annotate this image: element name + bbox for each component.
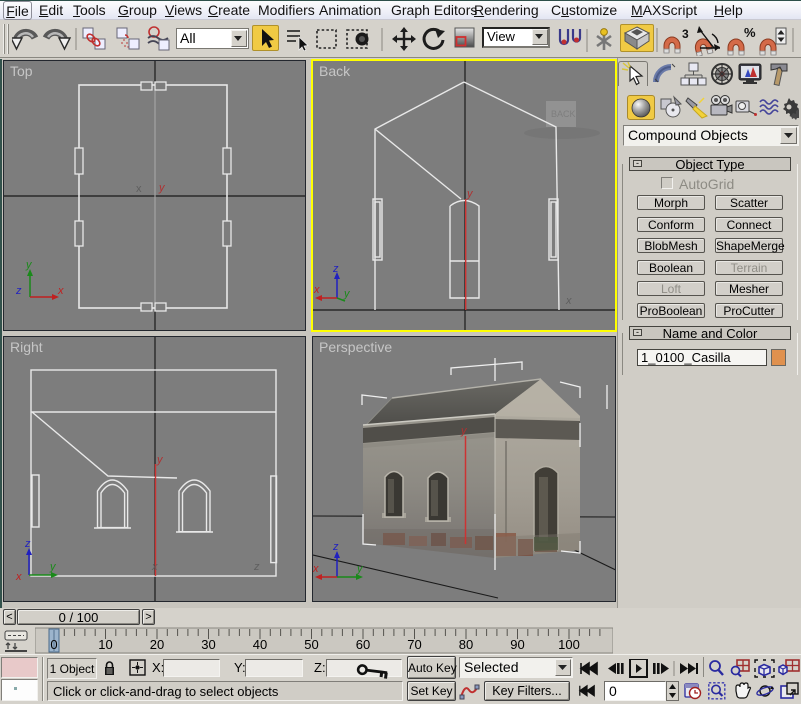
svg-text:z: z bbox=[15, 285, 22, 297]
svg-text:BACK: BACK bbox=[551, 109, 576, 119]
svg-text:90: 90 bbox=[510, 637, 524, 652]
svg-text:y: y bbox=[25, 259, 33, 271]
svg-text:y: y bbox=[356, 563, 364, 575]
svg-text:x: x bbox=[57, 285, 64, 297]
svg-text:60: 60 bbox=[356, 637, 370, 652]
svg-text:y: y bbox=[466, 188, 474, 200]
svg-text:z: z bbox=[24, 538, 31, 550]
svg-text:x: x bbox=[565, 295, 572, 307]
svg-text:z: z bbox=[332, 541, 339, 553]
svg-text:20: 20 bbox=[150, 637, 164, 652]
svg-text:50: 50 bbox=[304, 637, 318, 652]
svg-text:y: y bbox=[156, 454, 164, 466]
svg-text:80: 80 bbox=[459, 637, 473, 652]
svg-text:z: z bbox=[253, 561, 260, 573]
svg-text:70: 70 bbox=[407, 637, 421, 652]
svg-text:x: x bbox=[151, 561, 158, 573]
svg-text:40: 40 bbox=[253, 637, 267, 652]
svg-text:%: % bbox=[744, 25, 756, 40]
svg-text:x: x bbox=[136, 183, 142, 195]
svg-text:y: y bbox=[49, 561, 57, 573]
svg-text:y: y bbox=[343, 288, 351, 300]
svg-text:0: 0 bbox=[50, 637, 57, 652]
svg-text:x: x bbox=[313, 563, 319, 575]
svg-text:z: z bbox=[332, 263, 339, 275]
svg-text:30: 30 bbox=[201, 637, 215, 652]
svg-text:10: 10 bbox=[98, 637, 112, 652]
svg-text:3: 3 bbox=[682, 27, 689, 41]
svg-text:100: 100 bbox=[558, 637, 580, 652]
svg-text:x: x bbox=[15, 571, 22, 583]
svg-text:y: y bbox=[158, 182, 166, 194]
svg-text:x: x bbox=[313, 284, 320, 296]
